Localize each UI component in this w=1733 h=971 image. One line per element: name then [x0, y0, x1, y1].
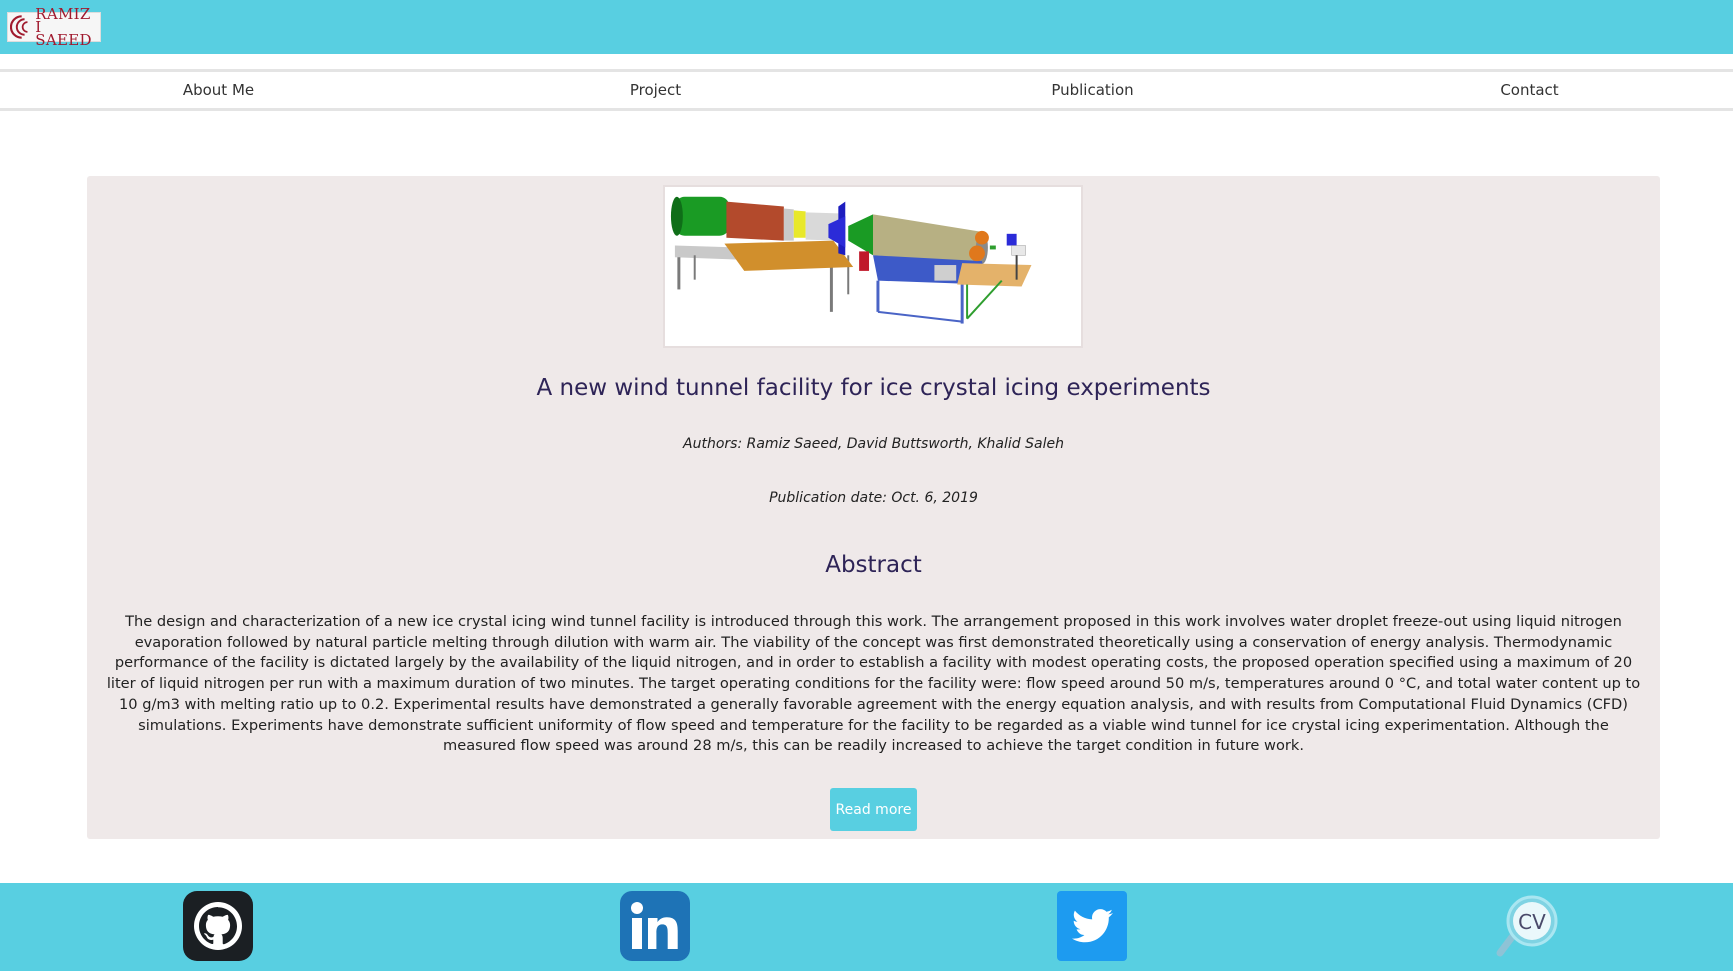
nav-item-publication[interactable]: Publication: [874, 72, 1311, 108]
logo-text-line1: RAMIZ I: [35, 4, 91, 36]
wind-tunnel-illustration: [670, 196, 1032, 324]
cv-icon: CV: [1496, 895, 1558, 957]
publication-card: A new wind tunnel facility for ice cryst…: [87, 176, 1660, 839]
nav-item-contact[interactable]: Contact: [1311, 72, 1733, 108]
site-logo[interactable]: RAMIZ I SAEED: [7, 6, 101, 47]
logo-text-line2: SAEED: [35, 30, 92, 49]
nav-item-about-me[interactable]: About Me: [0, 72, 437, 108]
publication-figure: [663, 185, 1083, 348]
abstract-text: The design and characterization of a new…: [106, 613, 1641, 755]
publication-date: Publication date: Oct. 6, 2019: [769, 490, 978, 506]
abstract-heading: Abstract: [825, 552, 922, 578]
cv-link[interactable]: CV: [1494, 891, 1564, 961]
top-header: RAMIZ I SAEED: [0, 0, 1733, 54]
twitter-icon: [1057, 891, 1127, 961]
footer: CV: [0, 883, 1733, 971]
logo-mark-icon: [10, 15, 28, 39]
read-more-button[interactable]: Read more: [830, 788, 917, 831]
publication-authors: Authors: Ramiz Saeed, David Buttsworth, …: [683, 436, 1064, 452]
github-link[interactable]: [183, 891, 253, 961]
linkedin-icon: [620, 891, 690, 961]
twitter-link[interactable]: [1057, 891, 1127, 961]
github-icon: [183, 891, 253, 961]
main-nav: About Me Project Publication Contact: [0, 69, 1733, 111]
publication-title: A new wind tunnel facility for ice cryst…: [536, 375, 1211, 401]
linkedin-link[interactable]: [620, 891, 690, 961]
cv-text: CV: [1518, 910, 1546, 934]
logo-text: RAMIZ I SAEED: [35, 4, 100, 49]
nav-item-project[interactable]: Project: [437, 72, 874, 108]
